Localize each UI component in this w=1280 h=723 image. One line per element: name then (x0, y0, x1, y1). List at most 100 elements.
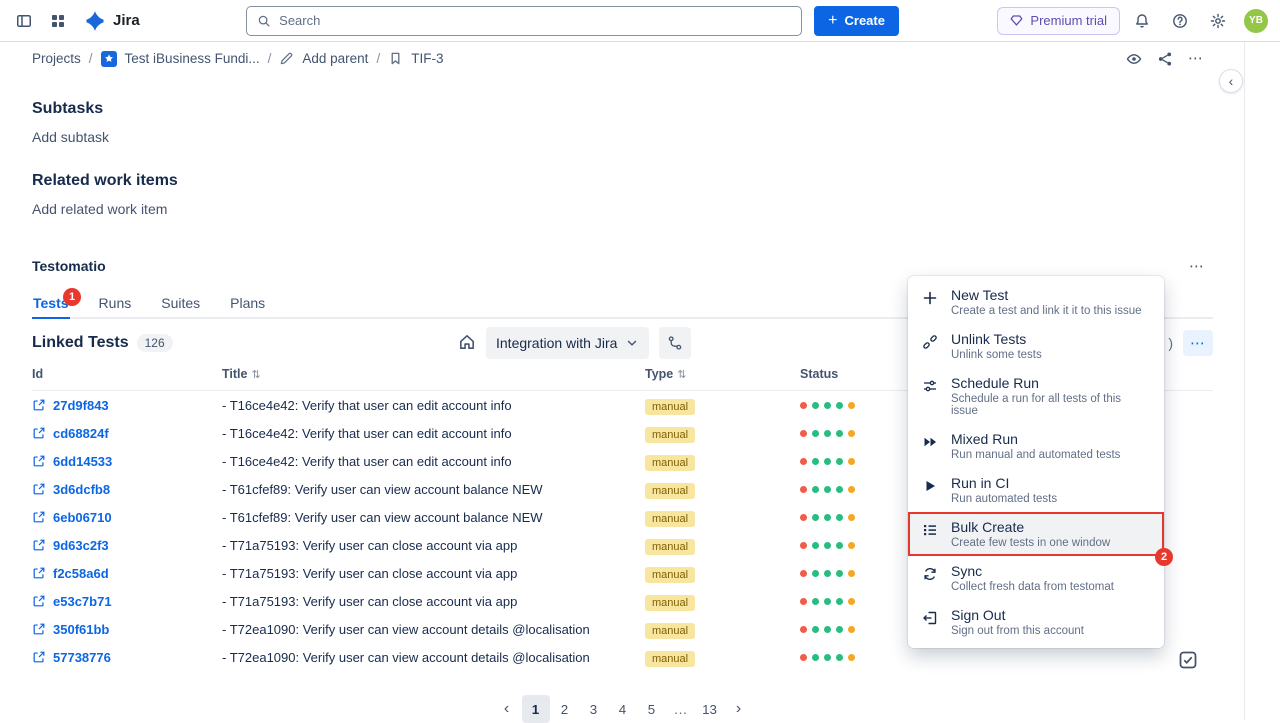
related-work-items-heading: Related work items (32, 172, 1213, 190)
external-link-icon (32, 622, 46, 636)
chevron-left-icon: ‹ (1229, 73, 1234, 89)
breadcrumb-projects[interactable]: Projects (32, 51, 81, 66)
sidebar-toggle-button[interactable] (8, 5, 40, 37)
status-dot (824, 570, 831, 577)
column-header-id[interactable]: Id (32, 367, 222, 381)
share-button[interactable] (1151, 45, 1179, 73)
test-title: - T16ce4e42: Verify that user can edit a… (222, 426, 645, 441)
test-id-link[interactable]: 350f61bb (53, 622, 109, 637)
test-type-cell: manual (645, 622, 800, 637)
add-related-work-item-button[interactable]: Add related work item (32, 201, 167, 217)
checklist-button[interactable] (1176, 648, 1200, 672)
home-icon (458, 333, 476, 351)
sort-icon: ⇅ (251, 368, 260, 381)
linked-tests-title: Linked Tests (32, 334, 129, 352)
menu-item-sync[interactable]: SyncCollect fresh data from testomat (908, 556, 1164, 600)
testomatio-heading: Testomatio (32, 258, 106, 274)
notifications-button[interactable] (1126, 5, 1158, 37)
menu-item-sign-out[interactable]: Sign OutSign out from this account (908, 600, 1164, 644)
pagination-page-1[interactable]: 1 (522, 695, 550, 723)
test-id-link[interactable]: 57738776 (53, 650, 111, 665)
type-badge: manual (645, 399, 695, 415)
test-id-link[interactable]: e53c7b71 (53, 594, 112, 609)
menu-item-bulk-create[interactable]: Bulk CreateCreate few tests in one windo… (908, 512, 1164, 556)
status-dot (800, 654, 807, 661)
column-header-type[interactable]: Type⇅ (645, 367, 800, 381)
pagination-page-2[interactable]: 2 (551, 695, 579, 723)
search-input[interactable] (279, 13, 791, 28)
tab-plans[interactable]: Plans (229, 291, 266, 319)
gear-icon (1210, 13, 1226, 29)
pagination-ellipsis: … (667, 695, 695, 723)
branch-icon (667, 335, 683, 351)
pagination-next-button[interactable]: › (725, 695, 753, 723)
status-dot (812, 514, 819, 521)
pagination-page-4[interactable]: 4 (609, 695, 637, 723)
status-dot (848, 570, 855, 577)
menu-item-text: Sign OutSign out from this account (951, 607, 1084, 637)
test-id-link[interactable]: f2c58a6d (53, 566, 109, 581)
pagination-prev-button[interactable]: ‹ (493, 695, 521, 723)
status-dot (848, 458, 855, 465)
status-dot (836, 402, 843, 409)
pagination-page-5[interactable]: 5 (638, 695, 666, 723)
status-dot (812, 486, 819, 493)
status-dot (824, 402, 831, 409)
bulk-icon (922, 522, 938, 538)
menu-item-unlink-tests[interactable]: Unlink TestsUnlink some tests (908, 324, 1164, 368)
linked-tests-more-button[interactable]: ⋯ (1183, 330, 1213, 356)
menu-item-text: Unlink TestsUnlink some tests (951, 331, 1042, 361)
search-box[interactable] (246, 6, 802, 36)
pagination-page-13[interactable]: 13 (696, 695, 724, 723)
column-header-title[interactable]: Title⇅ (222, 367, 645, 381)
test-title: - T72ea1090: Verify user can view accoun… (222, 650, 645, 665)
status-dot (824, 654, 831, 661)
integration-dropdown-label: Integration with Jira (496, 335, 617, 351)
test-id-link[interactable]: cd68824f (53, 426, 109, 441)
issue-more-button[interactable]: ⋯ (1182, 45, 1210, 73)
expand-panel-button[interactable]: ‹ (1219, 69, 1243, 93)
menu-item-mixed-run[interactable]: Mixed RunRun manual and automated tests (908, 424, 1164, 468)
play-icon (922, 478, 938, 494)
test-id-link[interactable]: 6dd14533 (53, 454, 112, 469)
breadcrumb-add-parent[interactable]: Add parent (302, 51, 368, 66)
menu-item-new-test[interactable]: New TestCreate a test and link it it to … (908, 280, 1164, 324)
gem-icon (1010, 14, 1023, 27)
tab-runs[interactable]: Runs (98, 291, 133, 319)
pagination-page-3[interactable]: 3 (580, 695, 608, 723)
breadcrumb-project[interactable]: Test iBusiness Fundi... (125, 51, 260, 66)
test-id-link[interactable]: 3d6dcfb8 (53, 482, 110, 497)
app-grid-icon (50, 13, 66, 29)
watch-button[interactable] (1120, 45, 1148, 73)
type-badge: manual (645, 567, 695, 583)
test-title: - T61cfef89: Verify user can view accoun… (222, 510, 645, 525)
menu-item-schedule-run[interactable]: Schedule RunSchedule a run for all tests… (908, 368, 1164, 424)
menu-item-run-in-ci[interactable]: Run in CIRun automated tests (908, 468, 1164, 512)
help-button[interactable] (1164, 5, 1196, 37)
testomatio-more-button[interactable]: ⋯ (1181, 250, 1213, 282)
test-id-link[interactable]: 27d9f843 (53, 398, 109, 413)
test-id-link[interactable]: 6eb06710 (53, 510, 112, 525)
external-link-icon (32, 566, 46, 580)
testomatio-actions-menu: New TestCreate a test and link it it to … (908, 276, 1164, 648)
external-link-icon (32, 426, 46, 440)
user-avatar[interactable]: YB (1244, 9, 1268, 33)
add-subtask-button[interactable]: Add subtask (32, 129, 109, 145)
pagination: ‹12345…13› (32, 695, 1213, 723)
create-button[interactable]: + Create (814, 6, 899, 36)
workflow-button[interactable] (659, 327, 691, 359)
breadcrumb-issue[interactable]: TIF-3 (411, 51, 443, 66)
column-header-label: Type (645, 367, 673, 381)
app-switcher-button[interactable] (42, 5, 74, 37)
test-type-cell: manual (645, 454, 800, 469)
home-button[interactable] (458, 333, 476, 354)
settings-button[interactable] (1202, 5, 1234, 37)
tab-suites[interactable]: Suites (160, 291, 201, 319)
external-link-icon (32, 650, 46, 664)
integration-dropdown[interactable]: Integration with Jira (486, 327, 649, 359)
premium-trial-button[interactable]: Premium trial (997, 7, 1120, 35)
unlink-icon (922, 334, 938, 350)
schedule-icon (922, 378, 938, 394)
jira-home-link[interactable]: Jira (76, 6, 148, 36)
test-id-link[interactable]: 9d63c2f3 (53, 538, 109, 553)
